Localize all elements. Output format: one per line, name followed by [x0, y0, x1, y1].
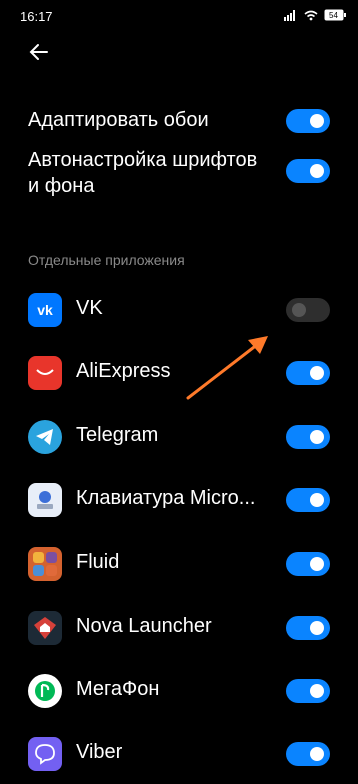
fluid-icon — [28, 547, 62, 581]
toggle-knob — [310, 164, 324, 178]
app-label: AliExpress — [76, 360, 171, 382]
toggle-knob — [310, 621, 324, 635]
battery-level: 54 — [329, 11, 338, 20]
viber-toggle[interactable] — [286, 742, 330, 766]
status-icons: 54 — [284, 9, 346, 21]
toggle-knob — [310, 430, 324, 444]
vk-toggle[interactable] — [286, 298, 330, 322]
app-label: МегаФон — [76, 678, 160, 700]
section-header: Отдельные приложения — [28, 252, 185, 268]
app-label: Telegram — [76, 424, 159, 446]
app-row-viber[interactable]: Viber — [0, 732, 358, 784]
megafon-toggle[interactable] — [286, 679, 330, 703]
toggle-knob — [310, 366, 324, 380]
toggle-knob — [310, 747, 324, 761]
aliexpress-toggle[interactable] — [286, 361, 330, 385]
nova-launcher-toggle[interactable] — [286, 616, 330, 640]
back-arrow-icon[interactable] — [27, 40, 51, 64]
status-bar: 16:17 54 — [0, 0, 358, 34]
app-label: Viber — [76, 741, 123, 763]
megafon-icon — [28, 674, 62, 708]
app-label: Fluid — [76, 551, 120, 573]
app-row-keyboard[interactable]: Клавиатура Micro... — [0, 478, 358, 530]
toggle-knob — [310, 684, 324, 698]
telegram-toggle[interactable] — [286, 425, 330, 449]
nova-launcher-icon — [28, 611, 62, 645]
toggle-knob — [292, 303, 306, 317]
svg-text:vk: vk — [37, 302, 53, 318]
toggle-knob — [310, 557, 324, 571]
app-row-fluid[interactable]: Fluid — [0, 542, 358, 594]
app-label: Nova Launcher — [76, 615, 212, 637]
app-label: VK — [76, 297, 103, 319]
app-row-telegram[interactable]: Telegram — [0, 415, 358, 467]
toggle-knob — [310, 114, 324, 128]
viber-icon — [28, 737, 62, 771]
adapt-wallpaper-toggle[interactable] — [286, 109, 330, 133]
aliexpress-icon — [28, 356, 62, 390]
telegram-icon — [28, 420, 62, 454]
vk-icon: vk — [28, 293, 62, 327]
auto-fonts-toggle[interactable] — [286, 159, 330, 183]
app-label: Клавиатура Micro... — [76, 487, 256, 509]
annotation-arrow-icon — [186, 336, 268, 400]
app-row-vk[interactable]: vk VK — [0, 288, 358, 340]
app-row-nova-launcher[interactable]: Nova Launcher — [0, 606, 358, 658]
app-row-aliexpress[interactable]: AliExpress — [0, 351, 358, 403]
swiftkey-keyboard-icon — [28, 483, 62, 517]
keyboard-toggle[interactable] — [286, 488, 330, 512]
battery-icon: 54 — [324, 9, 346, 21]
app-row-megafon[interactable]: МегаФон — [0, 669, 358, 721]
fluid-toggle[interactable] — [286, 552, 330, 576]
toggle-knob — [310, 493, 324, 507]
status-time: 16:17 — [20, 9, 53, 24]
wifi-icon — [304, 10, 318, 20]
signal-icon — [284, 9, 295, 21]
